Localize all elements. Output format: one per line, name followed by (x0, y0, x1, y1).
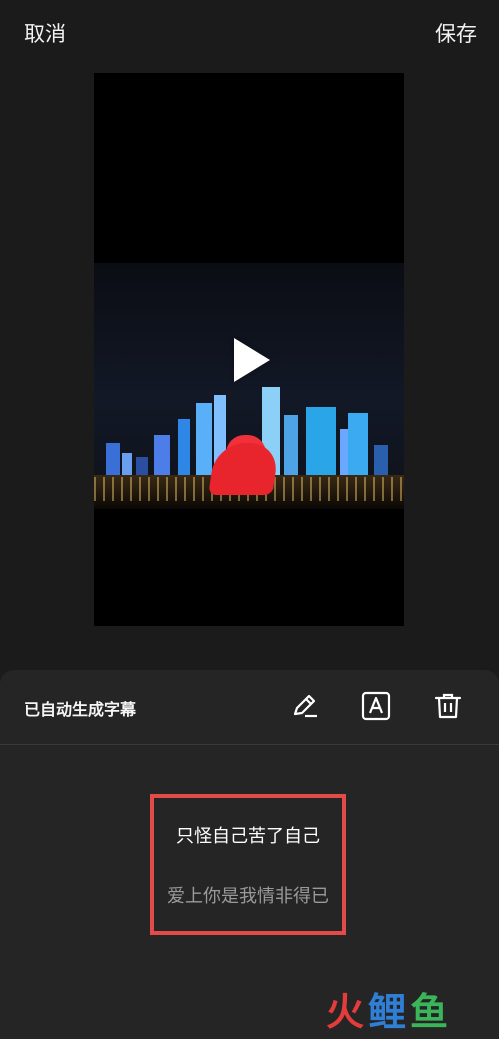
edit-icon[interactable] (289, 690, 321, 722)
save-button[interactable]: 保存 (435, 18, 477, 48)
subtitle-line-next[interactable]: 爱上你是我情非得已 (154, 882, 342, 908)
video-preview[interactable] (94, 73, 404, 626)
play-icon[interactable] (234, 338, 270, 382)
panel-title: 已自动生成字幕 (24, 700, 137, 719)
top-bar: 取消 保存 (0, 0, 499, 66)
trash-icon[interactable] (432, 690, 464, 722)
video-thumbnail (94, 263, 404, 509)
watermark-char: 鲤 (368, 990, 411, 1034)
watermark-char: 火 (326, 990, 369, 1034)
watermark-logo: 火鲤鱼 (326, 990, 486, 1034)
subtitle-highlight-box: 只怪自己苦了自己 爱上你是我情非得已 (150, 794, 346, 935)
watermark-char: 鱼 (410, 990, 453, 1034)
panel-header: 已自动生成字幕 (0, 670, 499, 745)
text-style-icon[interactable] (360, 690, 392, 722)
subtitle-line-current[interactable]: 只怪自己苦了自己 (154, 822, 342, 848)
cancel-button[interactable]: 取消 (24, 18, 66, 48)
